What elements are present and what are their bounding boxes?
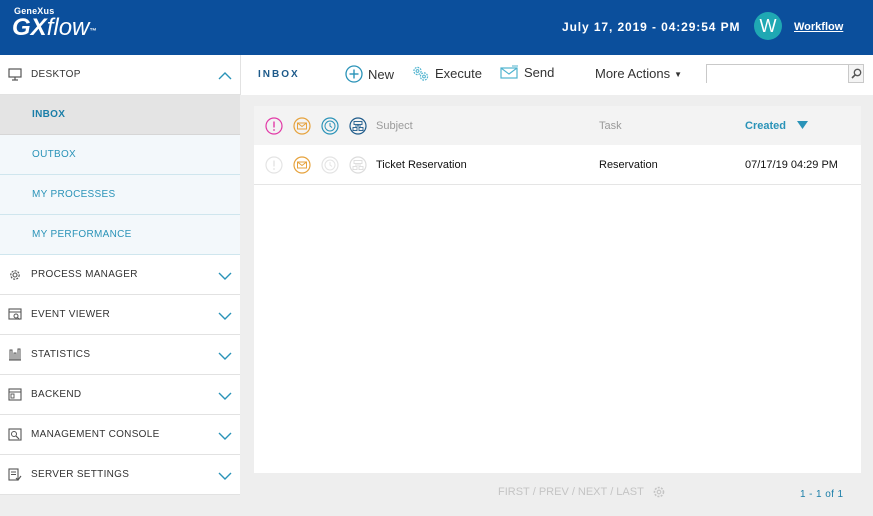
sidebar-section-label: MANAGEMENT CONSOLE bbox=[31, 429, 160, 440]
sidebar-section-label: EVENT VIEWER bbox=[31, 309, 110, 320]
new-button-label: New bbox=[368, 66, 395, 82]
row-created: 07/17/19 04:29 PM bbox=[745, 159, 838, 171]
statistics-icon bbox=[8, 348, 22, 362]
sidebar-section-process-manager[interactable]: PROCESS MANAGER bbox=[0, 255, 240, 295]
chevron-down-icon[interactable] bbox=[218, 308, 232, 326]
chevron-down-icon[interactable] bbox=[218, 348, 232, 366]
process-icon[interactable] bbox=[349, 117, 367, 135]
execute-button[interactable]: Execute bbox=[411, 65, 482, 82]
search-icon bbox=[850, 68, 861, 79]
row-subject: Ticket Reservation bbox=[376, 159, 467, 171]
sidebar-section-desktop[interactable]: DESKTOP bbox=[0, 55, 240, 95]
pager-count: 1 - 1 of 1 bbox=[800, 489, 844, 500]
priority-icon bbox=[265, 156, 283, 174]
gears-icon bbox=[413, 66, 429, 81]
chevron-up-icon[interactable] bbox=[218, 68, 232, 86]
new-button[interactable]: New bbox=[345, 65, 394, 83]
message-icon[interactable] bbox=[293, 156, 311, 174]
search-button[interactable] bbox=[848, 65, 863, 82]
chevron-down-icon[interactable] bbox=[218, 388, 232, 406]
sidebar-section-label: BACKEND bbox=[31, 389, 82, 400]
inbox-toolbar: INBOX New Execute Send More Actions ▼ bbox=[240, 55, 873, 95]
sidebar-item-inbox[interactable]: INBOX bbox=[0, 95, 240, 135]
sidebar-section-label: SERVER SETTINGS bbox=[31, 469, 130, 480]
search-input[interactable] bbox=[707, 66, 848, 84]
pagination: FIRST / PREV / NEXT / LAST bbox=[498, 485, 666, 499]
sidebar-section-label: DESKTOP bbox=[31, 69, 81, 80]
sidebar-section-event-viewer[interactable]: EVENT VIEWER bbox=[0, 295, 240, 335]
message-icon[interactable] bbox=[293, 117, 311, 135]
user-workflow-link[interactable]: Workflow bbox=[794, 21, 843, 33]
sort-descending-icon[interactable] bbox=[797, 121, 808, 130]
send-envelope-icon bbox=[500, 65, 518, 79]
column-header-task[interactable]: Task bbox=[599, 120, 622, 132]
more-actions-dropdown[interactable]: More Actions ▼ bbox=[595, 66, 682, 81]
app-header: GeneXus GXflow™ July 17, 2019 - 04:29:54… bbox=[0, 0, 873, 55]
logo-tm: ™ bbox=[89, 28, 97, 35]
sidebar-section-label: STATISTICS bbox=[31, 349, 91, 360]
pager-next[interactable]: NEXT bbox=[578, 486, 607, 498]
sidebar-section-backend[interactable]: BACKEND bbox=[0, 375, 240, 415]
gxflow-logo: GeneXus GXflow™ bbox=[12, 6, 96, 40]
grid-header: Subject Task Created bbox=[254, 106, 861, 145]
logo-flow: flow bbox=[46, 14, 90, 41]
more-actions-label: More Actions bbox=[595, 66, 671, 81]
server-settings-icon bbox=[8, 468, 22, 482]
plus-circle-icon bbox=[345, 65, 363, 83]
send-button[interactable]: Send bbox=[500, 65, 554, 80]
priority-icon[interactable] bbox=[265, 117, 283, 135]
pager-separator: / bbox=[610, 486, 614, 498]
current-datetime: July 17, 2019 - 04:29:54 PM bbox=[562, 20, 741, 34]
chevron-down-icon[interactable] bbox=[218, 268, 232, 286]
sidebar-section-management-console[interactable]: MANAGEMENT CONSOLE bbox=[0, 415, 240, 455]
sidebar-section-statistics[interactable]: STATISTICS bbox=[0, 335, 240, 375]
column-header-subject[interactable]: Subject bbox=[376, 120, 413, 132]
pager-prev[interactable]: PREV bbox=[539, 486, 569, 498]
clock-icon[interactable] bbox=[321, 117, 339, 135]
event-viewer-icon bbox=[8, 308, 22, 322]
page-title: INBOX bbox=[258, 69, 300, 80]
gear-icon bbox=[8, 268, 22, 282]
process-icon bbox=[349, 156, 367, 174]
sidebar-section-label: PROCESS MANAGER bbox=[31, 269, 138, 280]
execute-button-label: Execute bbox=[435, 66, 482, 81]
sidebar: DESKTOP INBOX OUTBOX MY PROCESSES MY PER… bbox=[0, 55, 240, 495]
caret-down-icon: ▼ bbox=[674, 70, 683, 80]
management-console-icon bbox=[8, 428, 22, 442]
logo-gxflow-text: GXflow™ bbox=[12, 16, 96, 40]
user-avatar[interactable]: W bbox=[754, 12, 782, 40]
clock-icon bbox=[321, 156, 339, 174]
logo-gx: GX bbox=[12, 14, 47, 41]
send-button-label: Send bbox=[524, 65, 555, 80]
table-row[interactable]: Ticket Reservation Reservation 07/17/19 … bbox=[254, 145, 861, 185]
sidebar-item-my-performance[interactable]: MY PERFORMANCE bbox=[0, 215, 240, 255]
inbox-grid: Subject Task Created Ticket Reservation … bbox=[254, 106, 861, 473]
pager-separator: / bbox=[532, 486, 536, 498]
column-header-created[interactable]: Created bbox=[745, 120, 786, 132]
sidebar-section-server-settings[interactable]: SERVER SETTINGS bbox=[0, 455, 240, 495]
chevron-down-icon[interactable] bbox=[218, 428, 232, 446]
search-box bbox=[706, 64, 864, 84]
row-task: Reservation bbox=[599, 159, 658, 171]
pager-separator: / bbox=[571, 486, 575, 498]
pager-settings-gear-icon[interactable] bbox=[652, 485, 666, 499]
pager-first[interactable]: FIRST bbox=[498, 486, 530, 498]
sidebar-item-outbox[interactable]: OUTBOX bbox=[0, 135, 240, 175]
chevron-down-icon[interactable] bbox=[218, 468, 232, 486]
backend-icon bbox=[8, 388, 22, 402]
pager-last[interactable]: LAST bbox=[616, 486, 644, 498]
monitor-icon bbox=[8, 68, 22, 82]
sidebar-item-my-processes[interactable]: MY PROCESSES bbox=[0, 175, 240, 215]
